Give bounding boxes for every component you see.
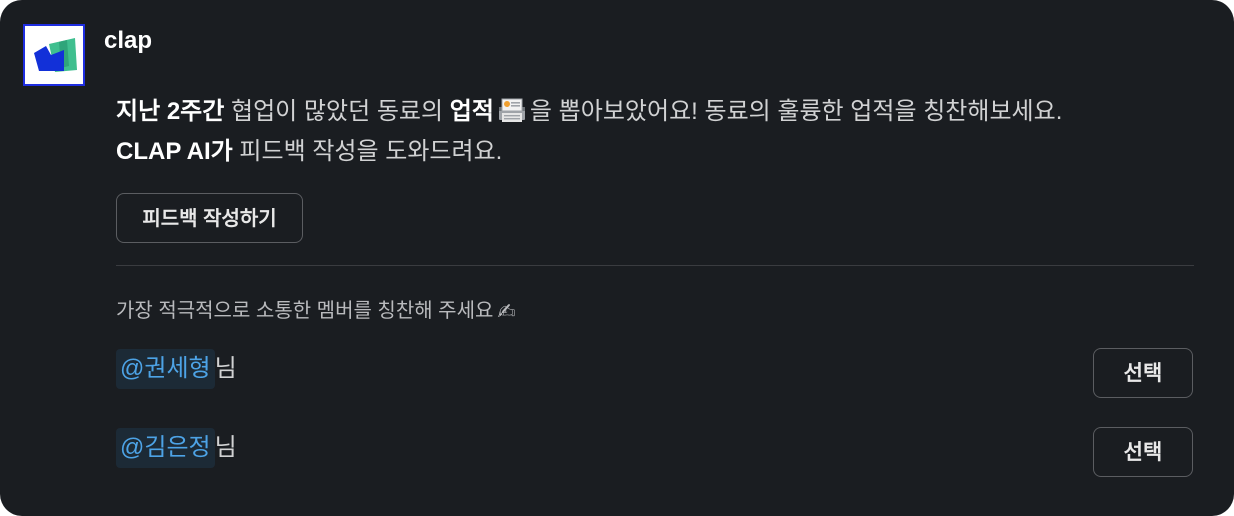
member-suffix: 님	[214, 434, 237, 461]
message-text-2: 을 뽑아보았어요! 동료의 훌륭한 업적을 칭찬해보세요.	[529, 98, 1063, 125]
clap-logo-icon[interactable]	[23, 24, 85, 86]
message-period: 지난 2주간	[116, 98, 225, 125]
message-ai-label: CLAP AI가	[116, 138, 233, 165]
member-row: @권세형 님	[116, 349, 237, 389]
member-prompt: 가장 적극적으로 소통한 멤버를 칭찬해 주세요 ✍	[116, 294, 516, 325]
message-achievement: 업적	[449, 98, 494, 125]
member-mention[interactable]: @권세형	[116, 349, 215, 389]
write-feedback-button[interactable]: 피드백 작성하기	[116, 193, 303, 243]
select-member-button[interactable]: 선택	[1093, 427, 1193, 477]
clap-logo-icon-graphic	[25, 26, 83, 84]
message-line-1: 지난 2주간 협업이 많았던 동료의 업적 을 뽑아보았어요! 동료의 훌륭한 …	[116, 92, 1206, 132]
message-line-2: CLAP AI가 피드백 작성을 도와드려요.	[116, 132, 1206, 172]
member-prompt-text: 가장 적극적으로 소통한 멤버를 칭찬해 주세요	[116, 300, 494, 322]
message-body: 지난 2주간 협업이 많았던 동료의 업적 을 뽑아보았어요! 동료의 훌륭한 …	[116, 92, 1206, 172]
member-row: @김은정 님	[116, 428, 237, 468]
member-mention[interactable]: @김은정	[116, 428, 215, 468]
member-suffix: 님	[214, 355, 237, 382]
app-name[interactable]: clap	[104, 27, 152, 55]
message-card: clap 지난 2주간 협업이 많았던 동료의 업적 을 뽑아보았어요! 동료의…	[0, 0, 1234, 516]
message-text-3: 피드백 작성을 도와드려요.	[232, 138, 503, 165]
divider	[116, 265, 1194, 266]
select-member-button[interactable]: 선택	[1093, 348, 1193, 398]
ledger-emoji-icon	[496, 97, 528, 125]
writing-hand-icon: ✍	[497, 299, 516, 324]
message-text-1: 협업이 많았던 동료의	[224, 98, 450, 125]
